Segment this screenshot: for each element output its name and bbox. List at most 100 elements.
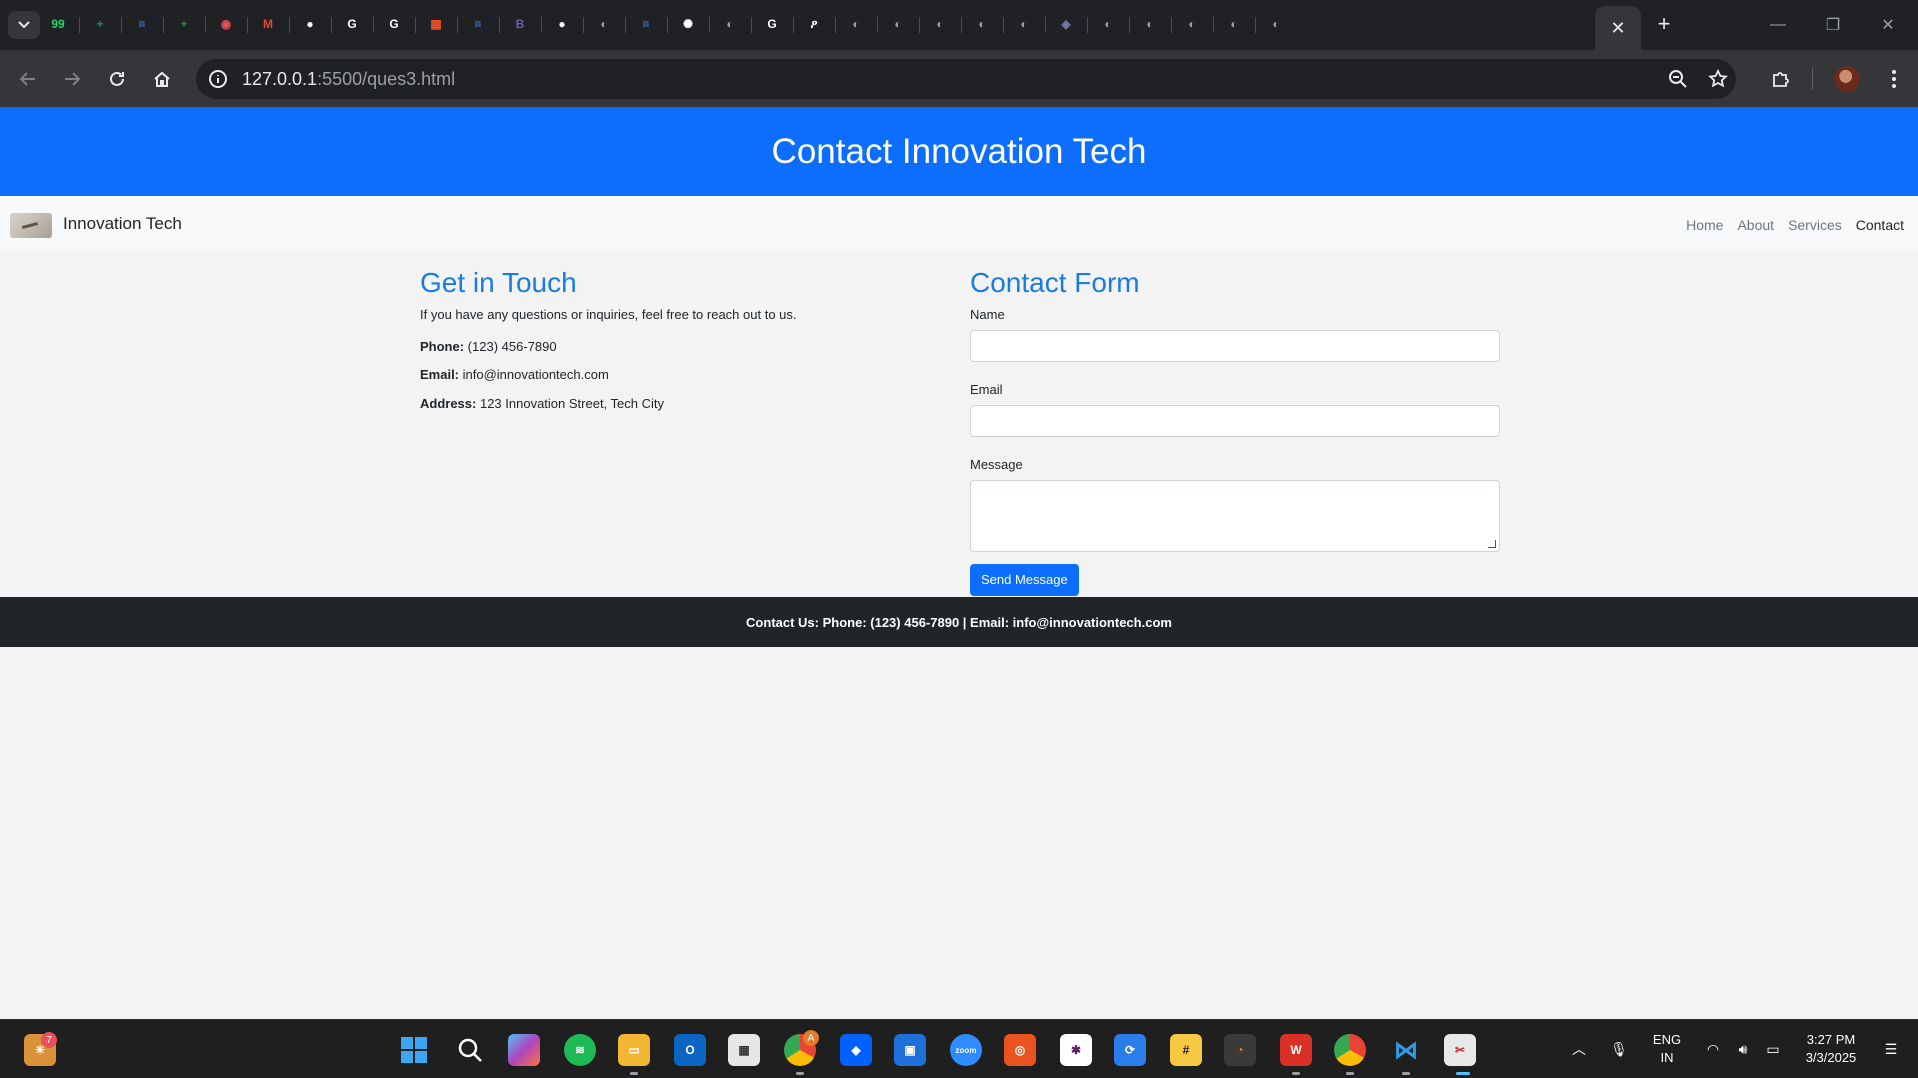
zoom-icon[interactable] xyxy=(1666,67,1690,91)
browser-menu-button[interactable] xyxy=(1878,63,1910,95)
tab-separator xyxy=(919,17,920,33)
google-icon[interactable]: G xyxy=(341,13,363,35)
gmail-icon[interactable]: M xyxy=(257,13,279,35)
tab-search-button[interactable] xyxy=(8,11,40,39)
globe-icon[interactable]: ◐ xyxy=(845,13,867,35)
minimize-icon[interactable]: — xyxy=(1758,10,1798,40)
globe-icon[interactable]: ◐ xyxy=(1265,13,1287,35)
chrome-profile-icon[interactable] xyxy=(1334,1034,1366,1066)
active-tab[interactable]: ✕ xyxy=(1595,6,1641,50)
slack-icon[interactable]: ✱ xyxy=(1060,1034,1092,1066)
wifi-icon[interactable]: ◠ xyxy=(1702,1038,1724,1060)
resize-handle-icon[interactable] xyxy=(1488,540,1496,548)
email-field[interactable] xyxy=(970,405,1500,437)
brand-name[interactable]: Innovation Tech xyxy=(63,214,182,234)
microphone-icon[interactable]: 🎙︎ xyxy=(1608,1038,1630,1060)
site-navbar: Innovation Tech Home About Services Cont… xyxy=(0,196,1918,251)
chevron-up-icon[interactable]: ︿ xyxy=(1568,1038,1590,1060)
tab-separator xyxy=(373,17,374,33)
forward-button[interactable] xyxy=(56,63,88,95)
record-icon[interactable]: ◉ xyxy=(215,13,237,35)
google-icon[interactable]: G xyxy=(761,13,783,35)
search-icon[interactable] xyxy=(454,1034,486,1066)
wps-office-icon[interactable]: W xyxy=(1280,1034,1312,1066)
notes-app-icon[interactable]: # xyxy=(1170,1034,1202,1066)
globe-icon[interactable]: ◐ xyxy=(1181,13,1203,35)
ubuntu-icon[interactable]: ◎ xyxy=(1004,1034,1036,1066)
whatsapp-icon[interactable]: 99 xyxy=(47,13,69,35)
store-icon[interactable]: ▦ xyxy=(728,1034,760,1066)
address-bar[interactable]: 127.0.0.1:5500/ques3.html xyxy=(196,59,1736,99)
perplexity-icon[interactable]: ዖ xyxy=(803,13,825,35)
clock[interactable]: 3:27 PM 3/3/2025 xyxy=(1794,1031,1868,1067)
globe-icon[interactable]: ◐ xyxy=(971,13,993,35)
restore-icon[interactable]: ❐ xyxy=(1813,10,1853,40)
arrow-left-icon xyxy=(19,72,35,86)
site-info-icon[interactable] xyxy=(206,67,230,91)
reload-button[interactable] xyxy=(101,63,133,95)
vscode-icon[interactable]: ⋈ xyxy=(1390,1034,1422,1066)
brand-logo-image[interactable] xyxy=(10,213,52,238)
github-icon[interactable]: ● xyxy=(299,13,321,35)
globe-icon[interactable]: ◐ xyxy=(887,13,909,35)
globe-icon[interactable]: ◐ xyxy=(929,13,951,35)
docs-icon[interactable]: ≡ xyxy=(635,13,657,35)
tab-separator xyxy=(793,17,794,33)
sync-app-icon[interactable]: ⟳ xyxy=(1114,1034,1146,1066)
new-tab-button[interactable]: + xyxy=(1650,10,1678,38)
nav-link-home[interactable]: Home xyxy=(1686,217,1723,233)
send-message-button[interactable]: Send Message xyxy=(970,564,1079,596)
chatgpt-icon[interactable]: ✺ xyxy=(677,13,699,35)
snipping-tool-icon[interactable]: ✂ xyxy=(1444,1034,1476,1066)
remote-desktop-icon[interactable]: ▣ xyxy=(894,1034,926,1066)
tab-separator xyxy=(1171,17,1172,33)
puzzle-icon xyxy=(1773,72,1789,87)
extensions-button[interactable] xyxy=(1765,63,1797,95)
volume-icon[interactable]: 🔊︎ xyxy=(1732,1038,1754,1060)
outlook-icon[interactable]: O xyxy=(674,1034,706,1066)
sheets-icon[interactable]: + xyxy=(173,13,195,35)
nav-link-about[interactable]: About xyxy=(1737,217,1774,233)
docs-icon[interactable]: ≡ xyxy=(467,13,489,35)
url-text[interactable]: 127.0.0.1:5500/ques3.html xyxy=(242,69,455,90)
file-explorer-icon[interactable]: ▭ xyxy=(618,1034,650,1066)
globe-icon[interactable]: ◐ xyxy=(1223,13,1245,35)
toolbar-divider xyxy=(1812,68,1813,90)
dropbox-icon[interactable]: ◆ xyxy=(840,1034,872,1066)
globe-icon[interactable]: ◐ xyxy=(1097,13,1119,35)
battery-icon[interactable]: ▭ xyxy=(1762,1038,1784,1060)
bookmark-star-icon[interactable] xyxy=(1706,67,1730,91)
github-icon[interactable]: ● xyxy=(551,13,573,35)
windows-start-icon[interactable] xyxy=(398,1034,430,1066)
intro-text: If you have any questions or inquiries, … xyxy=(420,307,797,322)
window-close-icon[interactable]: ✕ xyxy=(1868,10,1908,40)
message-field[interactable] xyxy=(970,480,1500,552)
copilot-icon[interactable] xyxy=(508,1034,540,1066)
close-icon[interactable]: ✕ xyxy=(1610,18,1625,39)
nav-link-services[interactable]: Services xyxy=(1788,217,1842,233)
sheets-icon[interactable]: + xyxy=(89,13,111,35)
name-field[interactable] xyxy=(970,330,1500,362)
bootstrap-icon[interactable]: B xyxy=(509,13,531,35)
hero-banner: Contact Innovation Tech xyxy=(0,107,1918,196)
globe-icon[interactable]: ◐ xyxy=(1139,13,1161,35)
lab-app-icon[interactable]: ◔ xyxy=(1224,1034,1256,1066)
globe-icon[interactable]: ◐ xyxy=(719,13,741,35)
google-icon[interactable]: G xyxy=(383,13,405,35)
back-button[interactable] xyxy=(12,63,44,95)
tab-separator xyxy=(1129,17,1130,33)
language-indicator[interactable]: ENG IN xyxy=(1650,1031,1684,1067)
docs-icon[interactable]: ≡ xyxy=(131,13,153,35)
globe-icon[interactable]: ◐ xyxy=(593,13,615,35)
globe-icon[interactable]: ◐ xyxy=(1013,13,1035,35)
notification-center-icon[interactable]: ☰ xyxy=(1880,1038,1902,1060)
zoom-app-icon[interactable]: zoom xyxy=(950,1034,982,1066)
shield-icon[interactable]: ◈ xyxy=(1055,13,1077,35)
nav-link-contact[interactable]: Contact xyxy=(1856,217,1904,233)
nav-links: Home About Services Contact xyxy=(1686,217,1904,233)
microsoft-icon[interactable]: ▦ xyxy=(425,13,447,35)
home-button[interactable] xyxy=(146,63,178,95)
page-title: Contact Innovation Tech xyxy=(771,131,1147,171)
profile-avatar[interactable] xyxy=(1834,66,1860,92)
spotify-icon[interactable]: ≋ xyxy=(564,1034,596,1066)
